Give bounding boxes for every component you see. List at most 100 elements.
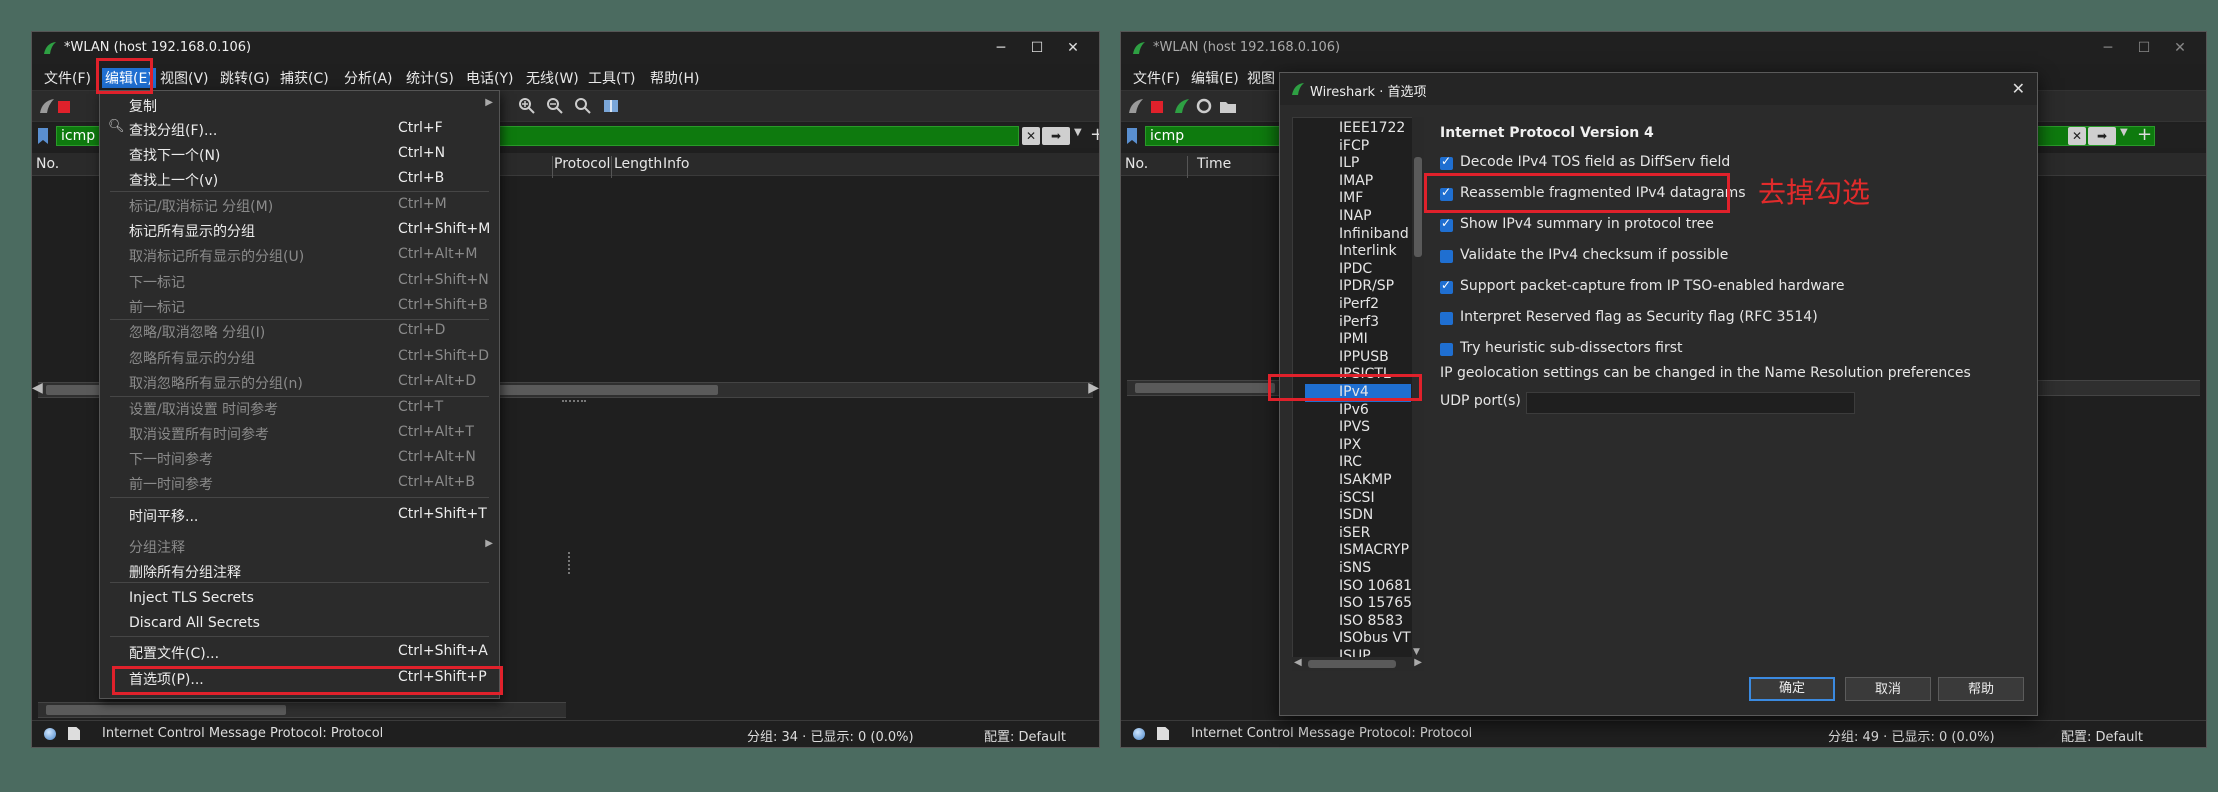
checkbox[interactable]	[1440, 154, 1453, 170]
stop-capture-icon[interactable]	[58, 101, 70, 113]
scroll-down-icon[interactable]: ▼	[1413, 647, 1420, 657]
tree-item[interactable]: IPX	[1339, 437, 1361, 455]
edit-menu-item[interactable]: 复制 ▶	[100, 93, 499, 117]
tree-item[interactable]: ISDN	[1339, 507, 1373, 525]
menu-telephony[interactable]: 电话(Y)	[466, 68, 513, 88]
maximize-icon[interactable]: ☐	[2126, 36, 2162, 60]
tree-item[interactable]: ISO 15765	[1339, 595, 1412, 613]
expert-info-icon[interactable]	[44, 728, 56, 740]
menu-statistics[interactable]: 统计(S)	[406, 68, 454, 88]
tree-item[interactable]: INAP	[1339, 208, 1372, 226]
edit-menu-item[interactable]: 标记/取消标记 分组(M) Ctrl+M	[100, 193, 499, 217]
edit-menu-item[interactable]: 取消设置所有时间参考 Ctrl+Alt+T	[100, 421, 499, 445]
capture-comment-icon[interactable]	[1157, 727, 1169, 740]
checkbox[interactable]	[1440, 278, 1453, 294]
tree-item[interactable]: iSCSI	[1339, 490, 1375, 508]
tree-item[interactable]: Infiniband S	[1339, 226, 1413, 244]
tree-item[interactable]: IPv6	[1339, 402, 1369, 420]
edit-menu-item[interactable]: 查找上一个(v) Ctrl+B	[100, 167, 499, 191]
menu-view[interactable]: 视图	[1247, 68, 1275, 88]
checkbox[interactable]	[1440, 312, 1453, 325]
edit-menu-item[interactable]: 配置文件(C)... Ctrl+Shift+A	[100, 640, 499, 664]
edit-menu-item[interactable]: 前一时间参考 Ctrl+Alt+B	[100, 471, 499, 495]
filter-dropdown-icon[interactable]: ▼	[2120, 127, 2128, 138]
tree-item[interactable]: iSNS	[1339, 560, 1371, 578]
zoom-in-icon[interactable]	[518, 97, 536, 115]
capture-comment-icon[interactable]	[68, 727, 80, 740]
add-filter-button-icon[interactable]: +	[2137, 124, 2152, 145]
cancel-button[interactable]: 取消	[1845, 677, 1931, 701]
stop-capture-icon[interactable]	[1151, 101, 1163, 113]
menu-wireless[interactable]: 无线(W)	[526, 68, 579, 88]
menu-file[interactable]: 文件(F)	[1133, 68, 1180, 88]
menu-file[interactable]: 文件(F)	[44, 68, 91, 88]
tree-item[interactable]: IPMI	[1339, 331, 1368, 349]
menu-capture[interactable]: 捕获(C)	[280, 68, 329, 88]
tree-item[interactable]: IPDR/SP	[1339, 278, 1394, 296]
add-filter-button-icon[interactable]: +	[1090, 124, 1099, 145]
option-label[interactable]: Show IPv4 summary in protocol tree	[1460, 216, 1714, 232]
minimize-icon[interactable]: ─	[983, 36, 1019, 60]
scroll-right-icon[interactable]: ▶	[1414, 657, 1422, 668]
option-label[interactable]: Decode IPv4 TOS field as DiffServ field	[1460, 154, 1730, 170]
tree-item[interactable]: ISO 8583	[1339, 613, 1403, 631]
splitter-handle-vertical[interactable]	[568, 552, 573, 574]
edit-menu-item[interactable]: 时间平移... Ctrl+Shift+T	[100, 503, 499, 527]
close-icon[interactable]: ✕	[1055, 36, 1091, 60]
tree-hscroll[interactable]: ◀ ▶	[1292, 657, 1424, 671]
maximize-icon[interactable]: ☐	[1019, 36, 1055, 60]
filter-dropdown-icon[interactable]: ▼	[1074, 127, 1082, 138]
menu-go[interactable]: 跳转(G)	[220, 68, 270, 88]
status-profile[interactable]: 配置: Default	[2061, 726, 2143, 745]
tree-item[interactable]: iFCP	[1339, 138, 1369, 156]
udp-port-input[interactable]	[1526, 392, 1855, 414]
tree-item[interactable]: ISObus VT	[1339, 630, 1411, 648]
tree-item[interactable]: iPerf3	[1339, 314, 1379, 332]
edit-menu-item[interactable]: 下一标记 Ctrl+Shift+N	[100, 269, 499, 293]
edit-menu-item[interactable]: 分组注释 ▶	[100, 534, 499, 558]
option-label[interactable]: Try heuristic sub-dissectors first	[1460, 340, 1683, 356]
shark-fin-start-icon[interactable]	[38, 97, 56, 115]
edit-menu-item[interactable]: 标记所有显示的分组 Ctrl+Shift+M	[100, 218, 499, 242]
close-icon[interactable]: ✕	[2012, 79, 2025, 98]
tree-item[interactable]: IPVS	[1339, 419, 1370, 437]
tree-item[interactable]: IRC	[1339, 454, 1362, 472]
scroll-left-icon[interactable]: ◀	[1294, 657, 1302, 668]
menu-edit[interactable]: 编辑(E)	[1191, 68, 1239, 88]
shark-fin-start-icon[interactable]	[1127, 97, 1145, 115]
tree-item[interactable]: IEEE1722	[1339, 120, 1405, 138]
bookmark-icon[interactable]	[1127, 128, 1137, 144]
edit-menu-item[interactable]: 查找分组(F)... Ctrl+F 🔍︎	[100, 117, 499, 141]
col-length[interactable]: Length	[614, 156, 662, 172]
col-no[interactable]: No.	[36, 156, 59, 172]
status-profile[interactable]: 配置: Default	[984, 726, 1066, 745]
scroll-left-icon[interactable]: ◀	[32, 380, 43, 396]
tree-item[interactable]: iSER	[1339, 525, 1370, 543]
col-info[interactable]: Info	[663, 156, 690, 172]
edit-menu-item[interactable]: 取消忽略所有显示的分组(n) Ctrl+Alt+D	[100, 370, 499, 394]
edit-menu-item[interactable]: 下一时间参考 Ctrl+Alt+N	[100, 446, 499, 470]
option-label[interactable]: Interpret Reserved flag as Security flag…	[1460, 309, 1818, 325]
col-protocol[interactable]: Protocol	[554, 156, 610, 172]
tree-item[interactable]: IMF	[1339, 190, 1363, 208]
tree-item[interactable]: IPPUSB	[1339, 349, 1389, 367]
tree-item[interactable]: ISAKMP	[1339, 472, 1392, 490]
edit-menu-item[interactable]: 查找下一个(N) Ctrl+N	[100, 142, 499, 166]
help-button[interactable]: 帮助	[1938, 677, 2024, 701]
tree-item[interactable]: ISO 10681	[1339, 578, 1412, 596]
tree-item[interactable]: ILP	[1339, 155, 1359, 173]
scroll-thumb[interactable]	[1414, 157, 1422, 257]
scroll-thumb[interactable]	[1135, 383, 1275, 393]
checkbox[interactable]	[1440, 216, 1453, 232]
menu-view[interactable]: 视图(V)	[160, 68, 209, 88]
edit-menu-item[interactable]: 设置/取消设置 时间参考 Ctrl+T	[100, 396, 499, 420]
clear-filter-icon[interactable]: ✕	[2068, 127, 2086, 145]
splitter-handle[interactable]	[562, 400, 586, 405]
edit-menu-item[interactable]: Discard All Secrets	[100, 612, 499, 636]
menu-help[interactable]: 帮助(H)	[650, 68, 699, 88]
scroll-thumb[interactable]	[46, 705, 286, 715]
edit-menu-item[interactable]: 忽略所有显示的分组 Ctrl+Shift+D	[100, 345, 499, 369]
edit-menu-item[interactable]: 忽略/取消忽略 分组(I) Ctrl+D	[100, 319, 499, 343]
restart-capture-icon[interactable]	[1173, 97, 1191, 115]
zoom-reset-icon[interactable]	[574, 97, 592, 115]
